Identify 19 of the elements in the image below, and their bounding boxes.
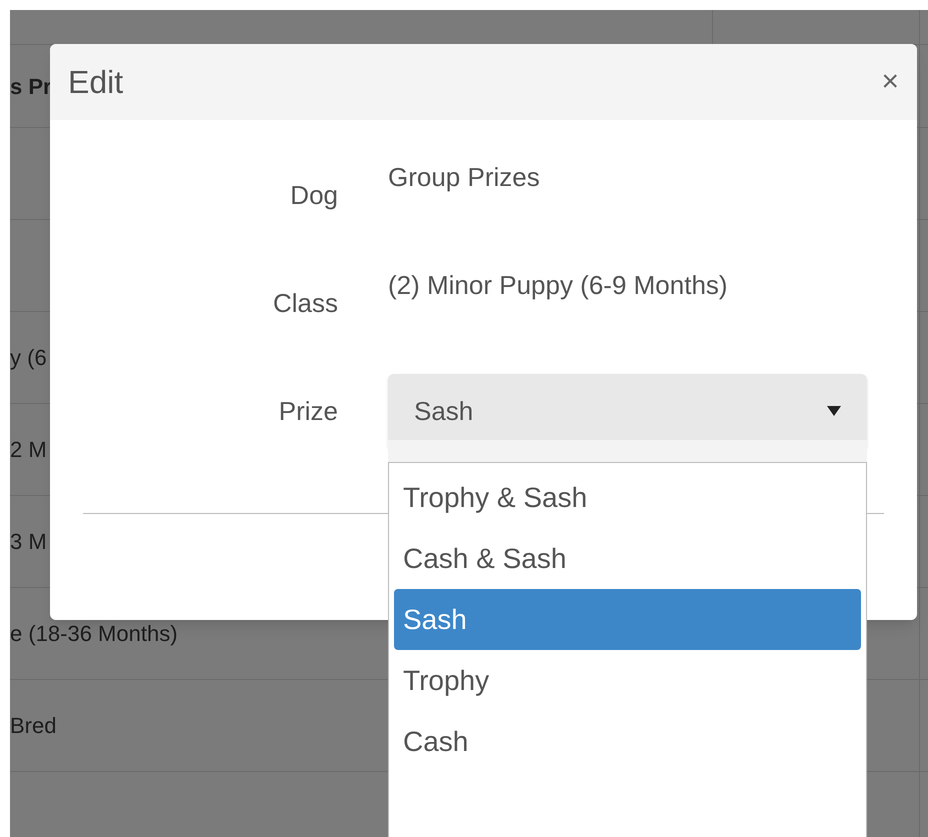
table-cell-text: Bred [10,712,56,740]
caret-icon [827,406,841,416]
dropdown-option[interactable]: Cash & Sash [394,528,861,589]
table-cell-text: 3 M [10,528,47,556]
field-label: Dog [289,179,338,212]
dialog-title: Edit [68,63,124,102]
field-value: Group Prizes [388,161,540,194]
column-header: s Pr [10,72,52,100]
dropdown-option[interactable]: Cash [394,711,861,772]
dropdown-option[interactable]: Trophy [394,650,861,711]
close-button[interactable]: × [881,67,899,97]
table-cell-text: 2 M [10,436,47,464]
field-label: Class [272,287,338,320]
table-cell-text: e (18-36 Months) [10,620,178,648]
field-value: (2) Minor Puppy (6-9 Months) [388,269,728,302]
field-label: Prize [278,394,338,428]
dropdown-option[interactable]: Sash [394,589,861,650]
table-cell-text: y (6 [10,344,47,372]
dropdown-option[interactable]: Trophy & Sash [394,467,861,528]
